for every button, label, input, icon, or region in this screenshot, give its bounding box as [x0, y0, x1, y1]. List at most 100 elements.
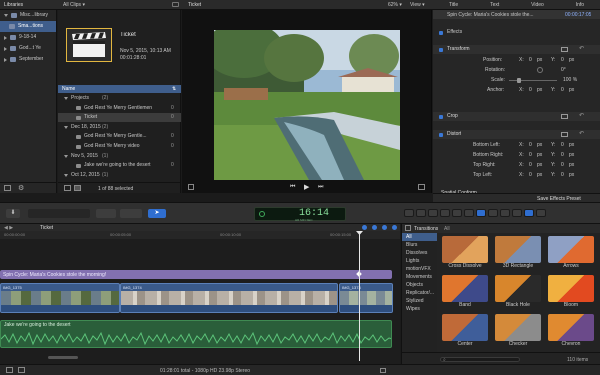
snapping-icon[interactable] [392, 225, 397, 230]
zoom-menu[interactable]: 62% ▾ [388, 2, 402, 8]
audio-meter-icon[interactable] [18, 367, 25, 373]
list-header[interactable]: Name ⇅ [58, 85, 181, 93]
library-toggle-icon[interactable] [4, 185, 11, 191]
distort-x-field[interactable]: 0 [529, 171, 532, 180]
event-item[interactable]: God...t Ye [0, 43, 56, 54]
video-frame[interactable] [214, 30, 400, 180]
disclosure-icon[interactable] [64, 97, 68, 100]
tab-info[interactable]: Info [576, 2, 584, 8]
clip-thumbnail[interactable] [66, 28, 112, 62]
transition-tile[interactable]: Center [442, 314, 488, 347]
event-item[interactable]: Sma...tions [0, 21, 56, 32]
audio-skimming-icon[interactable] [372, 225, 377, 230]
transitions-browser-icon[interactable] [524, 209, 534, 217]
distort-y-field[interactable]: 0 [561, 151, 564, 160]
view-menu[interactable]: View ▾ [410, 2, 425, 8]
rotation-field[interactable]: 0° [561, 66, 566, 75]
sort-icon[interactable]: ⇅ [172, 86, 176, 92]
disclosure-icon[interactable] [64, 173, 68, 177]
distort-x-field[interactable]: 0 [529, 151, 532, 160]
color-board-icon[interactable] [416, 209, 426, 217]
search-field[interactable]: ⌕ [440, 357, 520, 363]
solo-icon[interactable] [382, 225, 387, 230]
distort-y-field[interactable]: 0 [561, 171, 564, 180]
next-frame-icon[interactable]: ⏭ [318, 184, 323, 191]
play-icon[interactable]: ▶ [304, 183, 309, 191]
name-column-header[interactable]: Name [62, 86, 75, 92]
title-icon[interactable] [476, 209, 486, 217]
timeline-scrollbar[interactable] [48, 356, 78, 359]
disclosure-icon[interactable] [64, 125, 68, 129]
filmstrip-icon[interactable] [172, 2, 179, 7]
tab-text[interactable]: Text [490, 2, 499, 8]
library-item[interactable]: Misc...library [0, 10, 56, 21]
scale-field[interactable]: 100 % [563, 76, 577, 85]
reset-icon[interactable]: ↶ [579, 112, 584, 121]
list-view-icon[interactable] [74, 185, 81, 191]
browser-row[interactable]: Dec 18, 2015 (2) [58, 123, 181, 132]
transition-tile[interactable]: Arrows [548, 236, 594, 269]
disclosure-icon[interactable] [4, 35, 7, 40]
enable-checkbox[interactable] [439, 47, 443, 52]
browser-row[interactable]: God Rest Ye Merry Gentle... 0 [58, 132, 181, 141]
browser-row[interactable]: God Rest Ye Merry video 0 [58, 142, 181, 151]
distort-x-field[interactable]: 0 [529, 141, 532, 150]
browser-row[interactable]: Ticket 0 [58, 113, 181, 123]
transition-category[interactable]: Movements [402, 273, 437, 281]
crop-onscreen-icon[interactable] [561, 114, 568, 119]
transition-category[interactable]: All [402, 233, 437, 241]
generator-icon[interactable] [488, 209, 498, 217]
transition-tile[interactable]: Cross Dissolve [442, 236, 488, 269]
gear-icon[interactable]: ⚙ [18, 184, 24, 192]
transition-tile[interactable]: 3D Rectangle [495, 236, 541, 269]
music-icon[interactable] [464, 209, 474, 217]
inspector-icon[interactable] [536, 209, 546, 217]
camera-icon[interactable] [440, 209, 450, 217]
filmstrip-view-icon[interactable] [64, 185, 71, 191]
transition-category[interactable]: Wipes [402, 305, 437, 313]
enable-checkbox[interactable] [439, 132, 443, 137]
disclosure-icon[interactable] [4, 57, 7, 62]
enable-checkbox[interactable] [439, 114, 443, 119]
distort-section[interactable]: Distort ↶ [433, 130, 600, 139]
distort-onscreen-icon[interactable] [561, 132, 568, 137]
disclosure-icon[interactable] [64, 154, 68, 158]
import-button[interactable]: ⬇ [6, 209, 20, 218]
distort-x-field[interactable]: 0 [529, 161, 532, 170]
crop-section[interactable]: Crop ↶ [433, 112, 600, 121]
edit-buttons-group[interactable] [28, 209, 90, 218]
keyword-button[interactable] [96, 209, 116, 218]
transition-tile[interactable]: Black Hole [495, 275, 541, 308]
browser-row[interactable]: Jake we're going to the desert 0 [58, 161, 181, 170]
distort-y-field[interactable]: 0 [561, 161, 564, 170]
effects-browser-icon[interactable] [512, 209, 522, 217]
photo-icon[interactable] [452, 209, 462, 217]
transform-onscreen-icon[interactable] [561, 47, 568, 52]
select-tool-button[interactable]: ➤ [148, 209, 166, 218]
transition-category[interactable]: Replicator/... [402, 289, 437, 297]
event-item[interactable]: 9-18-14 [0, 32, 56, 43]
position-x-field[interactable]: 0 [529, 56, 532, 65]
title-clip[interactable]: Spin Cycle: Maria's Cookies stole the mo… [0, 270, 392, 279]
skimming-icon[interactable] [362, 225, 367, 230]
transition-category[interactable]: motionVFX [402, 265, 437, 273]
anchor-y-field[interactable]: 0 [561, 86, 564, 95]
clip-appearance-icon[interactable] [380, 368, 386, 373]
all-clips-menu[interactable]: All Clips ▾ [63, 2, 85, 8]
transition-tile[interactable]: Checker [495, 314, 541, 347]
sidebar-toggle-icon[interactable] [405, 225, 411, 231]
transition-category[interactable]: Stylized [402, 297, 437, 305]
fullscreen-icon[interactable] [418, 184, 425, 190]
reset-icon[interactable]: ↶ [579, 130, 584, 139]
transition-tile[interactable]: Bloom [548, 275, 594, 308]
transition-category[interactable]: Objects [402, 281, 437, 289]
theme-icon[interactable] [500, 209, 510, 217]
rotation-dial[interactable] [537, 67, 543, 73]
disclosure-icon[interactable] [4, 46, 7, 51]
reset-icon[interactable]: ↶ [579, 45, 584, 54]
anchor-x-field[interactable]: 0 [529, 86, 532, 95]
video-clip[interactable]: IMG_1373 [339, 283, 393, 313]
transitions-filter[interactable]: All [444, 226, 450, 232]
speed-icon[interactable] [428, 209, 438, 217]
transform-section[interactable]: Transform ↶ [433, 45, 600, 54]
